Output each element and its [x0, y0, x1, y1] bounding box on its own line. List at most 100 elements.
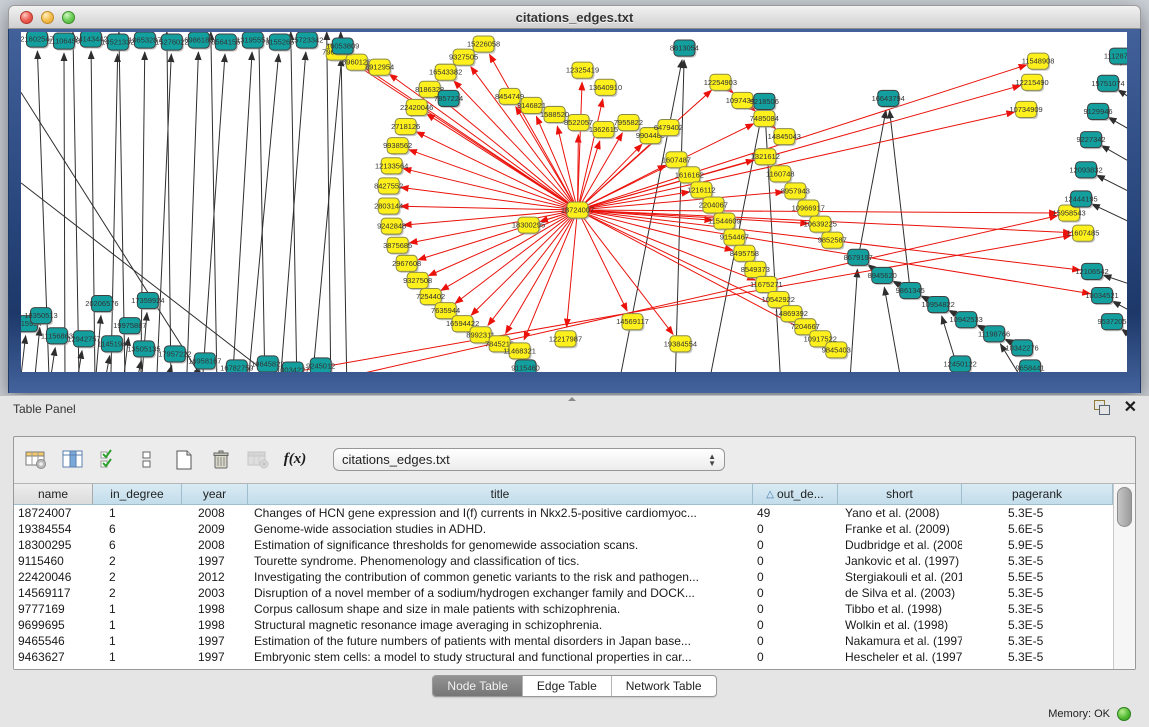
new-table-icon[interactable] [171, 447, 197, 473]
graph-node[interactable]: 15723342 [290, 32, 323, 50]
graph-node[interactable]: 10954822 [922, 297, 955, 315]
column-header-short[interactable]: short [838, 484, 962, 505]
graph-node[interactable]: 7955822 [614, 114, 643, 132]
graph-node[interactable]: 9861345 [896, 282, 925, 300]
graph-node[interactable]: 19975887 [113, 318, 146, 336]
graph-node[interactable]: 8495758 [730, 245, 759, 263]
close-window-icon[interactable] [20, 11, 33, 24]
graph-node[interactable]: 12215490 [1015, 74, 1048, 92]
float-panel-icon[interactable] [1094, 400, 1110, 415]
graph-node[interactable]: 10966917 [792, 200, 825, 218]
graph-node[interactable]: 12217987 [549, 331, 582, 349]
tab-node-table[interactable]: Node Table [433, 676, 522, 696]
graph-node[interactable]: 13505135 [127, 341, 160, 359]
graph-node[interactable]: 9227342 [1076, 132, 1105, 150]
graph-node[interactable]: 22420046 [400, 99, 433, 117]
graph-node[interactable]: 11607485 [1067, 225, 1100, 243]
table-row[interactable]: 1830029562008Estimation of significance … [14, 537, 1113, 553]
graph-node[interactable]: 12325419 [566, 62, 599, 80]
graph-node[interactable]: 8427552 [374, 178, 403, 196]
graph-node[interactable]: 11548908 [1022, 53, 1055, 71]
graph-node[interactable]: 16543382 [429, 64, 462, 82]
row-height-icon[interactable] [134, 447, 160, 473]
column-header-year[interactable]: year [182, 484, 248, 505]
minimize-window-icon[interactable] [41, 11, 54, 24]
graph-node[interactable]: 10639225 [804, 216, 837, 234]
table-row[interactable]: 946362711997Embryonic stem cells: a mode… [14, 649, 1113, 665]
graph-node[interactable]: 15751074 [1091, 75, 1124, 93]
delete-column-icon[interactable] [208, 447, 234, 473]
table-settings-icon[interactable] [23, 447, 49, 473]
graph-node[interactable]: 7485084 [750, 110, 779, 128]
graph-node[interactable]: 11198766 [978, 326, 1010, 344]
graph-node[interactable]: 12093832 [1069, 162, 1102, 180]
graph-node[interactable]: 9327508 [403, 272, 432, 290]
table-vertical-scrollbar[interactable] [1113, 484, 1135, 669]
window-titlebar[interactable]: citations_edges.txt [8, 5, 1141, 29]
graph-node[interactable]: 1145194 [98, 336, 127, 354]
tab-edge-table[interactable]: Edge Table [522, 676, 611, 696]
table-row[interactable]: 977716911998Corpus callosum shape and si… [14, 601, 1113, 617]
table-row[interactable]: 1456911722003Disruption of a novel membe… [14, 585, 1113, 601]
table-row[interactable]: 2242004622012Investigating the contribut… [14, 569, 1113, 585]
graph-node[interactable]: 16643794 [872, 90, 905, 108]
graph-node[interactable]: 9537205 [1097, 314, 1126, 332]
graph-node[interactable]: 9242848 [377, 218, 406, 236]
graph-node[interactable]: 17359924 [131, 293, 164, 311]
graph-node[interactable]: 8945620 [868, 267, 897, 285]
column-header-title[interactable]: title [248, 484, 753, 505]
graph-node[interactable]: 14569117 [616, 314, 649, 332]
graph-node[interactable]: 6986180 [184, 32, 213, 50]
graph-node[interactable]: 19384554 [664, 336, 697, 354]
graph-node[interactable]: 16782759 [220, 360, 253, 372]
graph-node[interactable]: 9218506 [750, 93, 779, 111]
table-row[interactable]: 946554611997Estimation of the future num… [14, 633, 1113, 649]
graph-node[interactable]: 1160748 [766, 166, 795, 184]
graph-node[interactable]: 9658441 [1016, 360, 1045, 372]
graph-node[interactable]: 9129946 [1083, 103, 1112, 121]
graph-node[interactable]: 2967608 [392, 255, 421, 273]
table-row[interactable]: 911546021997Tourette syndrome. Phenomeno… [14, 553, 1113, 569]
table-selector-dropdown[interactable]: citations_edges.txt ▲▼ [333, 448, 725, 471]
graph-node[interactable]: 12106542 [1075, 263, 1108, 281]
graph-node[interactable]: 7857224 [434, 90, 463, 108]
graph-node[interactable]: 9154467 [720, 229, 749, 247]
graph-node[interactable]: 8957943 [781, 183, 810, 201]
column-header-pagerank[interactable]: pagerank [962, 484, 1113, 505]
graph-node[interactable]: 9938562 [383, 138, 412, 156]
graph-node[interactable]: 2803144 [374, 198, 403, 216]
table-row[interactable]: 969969511998Structural magnetic resonanc… [14, 617, 1113, 633]
graph-node[interactable]: 11468321 [503, 343, 536, 361]
memory-status-indicator-icon[interactable] [1117, 707, 1131, 721]
graph-node[interactable]: 20206576 [85, 296, 118, 314]
scrollbar-thumb[interactable] [1117, 487, 1132, 527]
function-builder-icon[interactable]: f(x) [282, 447, 308, 473]
table-row[interactable]: 1872400712008Changes of HCN gene express… [14, 505, 1113, 521]
network-view-canvas[interactable]: 1872400715226058932750516543382818632822… [21, 32, 1127, 372]
graph-node[interactable]: 8679197 [844, 249, 873, 267]
graph-node[interactable]: 10034521 [1085, 288, 1118, 306]
graph-node[interactable]: 9245012 [306, 358, 335, 372]
graph-node[interactable]: 18300295 [512, 217, 545, 235]
column-visibility-icon[interactable] [60, 447, 86, 473]
column-header-in_degree[interactable]: in_degree [93, 484, 182, 505]
graph-node[interactable]: 9115460 [511, 360, 540, 372]
close-panel-icon[interactable]: ✕ [1124, 400, 1137, 415]
graph-node[interactable]: 8813054 [670, 40, 699, 58]
graph-node[interactable]: 13640910 [589, 79, 622, 97]
graph-node[interactable]: 12254903 [704, 74, 737, 92]
graph-node[interactable]: 9845403 [822, 342, 851, 360]
graph-node[interactable]: 10942533 [950, 312, 983, 330]
tab-network-table[interactable]: Network Table [611, 676, 716, 696]
table-row[interactable]: 1938455462009Genome-wide association stu… [14, 521, 1113, 537]
graph-node[interactable]: 10342276 [1005, 340, 1038, 358]
zoom-window-icon[interactable] [62, 11, 75, 24]
graph-node[interactable]: 12450122 [944, 356, 977, 372]
graph-node[interactable]: 17957222 [158, 346, 191, 364]
graph-node[interactable]: 11544609 [708, 213, 741, 231]
graph-node[interactable]: 10734909 [1009, 101, 1042, 119]
column-header-name[interactable]: name [14, 484, 93, 505]
graph-node[interactable]: 14845043 [768, 129, 801, 147]
graph-node[interactable]: 11128734 [1104, 48, 1127, 66]
graph-node[interactable]: 16958167 [188, 353, 221, 371]
